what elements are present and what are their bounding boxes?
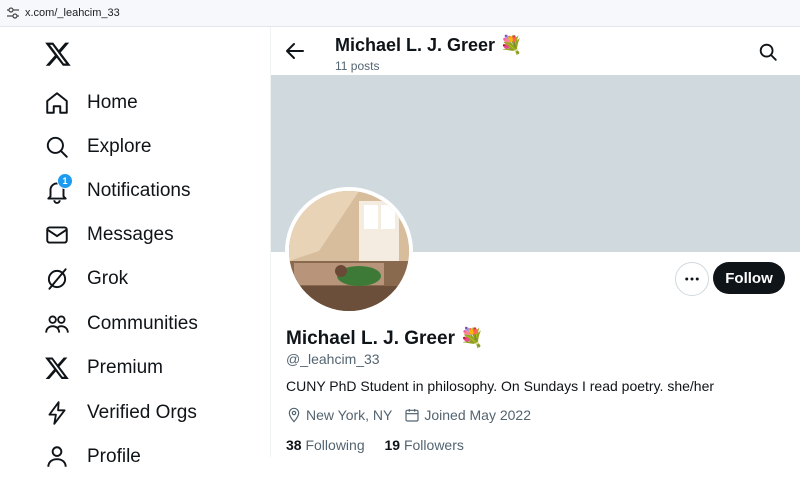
profile-name-text: Michael L. J. Greer <box>286 328 455 349</box>
profile-handle: @_leahcim_33 <box>286 351 380 367</box>
sidebar-item-grok[interactable]: Grok <box>44 259 128 299</box>
location-pin-icon <box>288 407 300 423</box>
following-count: 38 <box>286 437 302 453</box>
bouquet-emoji: 💐 <box>500 35 523 55</box>
grok-icon <box>47 268 67 290</box>
profile-column: Michael L. J. Greer 💐 11 posts Follow Mi… <box>271 27 800 457</box>
sidebar-item-label: Communities <box>87 313 198 334</box>
sidebar-item-label: Notifications <box>87 180 191 201</box>
joined-item: Joined May 2022 <box>404 407 531 423</box>
header-name-text: Michael L. J. Greer <box>335 35 496 55</box>
mail-icon <box>46 226 68 244</box>
address-bar[interactable]: x.com/_leahcim_33 <box>0 0 800 27</box>
sidebar-item-label: Home <box>87 92 138 113</box>
followers-link[interactable]: 19 Followers <box>385 437 464 453</box>
sidebar-item-profile[interactable]: Profile <box>44 437 141 477</box>
sidebar-item-notifications[interactable]: 1 Notifications <box>44 171 191 211</box>
sidebar: Home Explore 1 Notifications Messages Gr… <box>0 27 270 467</box>
followers-label: Followers <box>403 437 464 453</box>
sidebar-item-label: Grok <box>87 268 129 289</box>
sidebar-item-communities[interactable]: Communities <box>44 304 198 344</box>
joined-text: Joined May 2022 <box>424 407 532 423</box>
follow-button[interactable]: Follow <box>713 262 785 294</box>
profile-stats: 38 Following 19 Followers <box>286 437 480 453</box>
lightning-icon <box>48 401 66 425</box>
following-link[interactable]: 38 Following <box>286 437 365 453</box>
profile-bio: CUNY PhD Student in philosophy. On Sunda… <box>286 378 715 394</box>
sidebar-item-verified-orgs[interactable]: Verified Orgs <box>44 393 197 433</box>
home-icon <box>46 92 68 114</box>
bouquet-emoji: 💐 <box>460 328 484 349</box>
calendar-icon <box>405 409 419 422</box>
sidebar-item-home[interactable]: Home <box>44 83 138 123</box>
sidebar-item-explore[interactable]: Explore <box>44 127 151 167</box>
post-count: 11 posts <box>335 59 380 73</box>
avatar-photo <box>289 191 409 311</box>
followers-count: 19 <box>384 437 401 453</box>
sidebar-item-messages[interactable]: Messages <box>44 215 174 255</box>
sidebar-item-label: Verified Orgs <box>87 402 197 423</box>
profile-name: Michael L. J. Greer 💐 <box>286 326 484 350</box>
sidebar-item-label: Premium <box>87 357 164 378</box>
people-icon <box>45 315 69 333</box>
x-logo-icon[interactable] <box>44 40 72 68</box>
profile-meta: New York, NY Joined May 2022 <box>286 407 543 423</box>
profile-header: Michael L. J. Greer 💐 11 posts <box>271 27 800 75</box>
more-options-button[interactable] <box>675 262 709 296</box>
sidebar-item-label: Messages <box>87 224 174 245</box>
sidebar-item-label: Explore <box>87 136 152 157</box>
avatar[interactable] <box>285 187 413 315</box>
location-item: New York, NY <box>286 407 392 423</box>
x-logo-icon <box>45 357 69 379</box>
search-icon[interactable] <box>757 41 779 63</box>
search-icon <box>46 136 68 158</box>
site-settings-icon[interactable] <box>6 6 20 20</box>
back-arrow-icon[interactable] <box>283 39 307 63</box>
notification-badge: 1 <box>57 173 73 189</box>
following-label: Following <box>305 437 365 453</box>
sidebar-item-label: Profile <box>87 446 141 467</box>
person-icon <box>47 446 67 467</box>
url-text[interactable]: x.com/_leahcim_33 <box>25 7 120 19</box>
ellipsis-icon <box>685 277 699 281</box>
sidebar-item-premium[interactable]: Premium <box>44 348 163 388</box>
location-text: New York, NY <box>306 407 393 423</box>
header-name: Michael L. J. Greer 💐 <box>335 35 523 56</box>
